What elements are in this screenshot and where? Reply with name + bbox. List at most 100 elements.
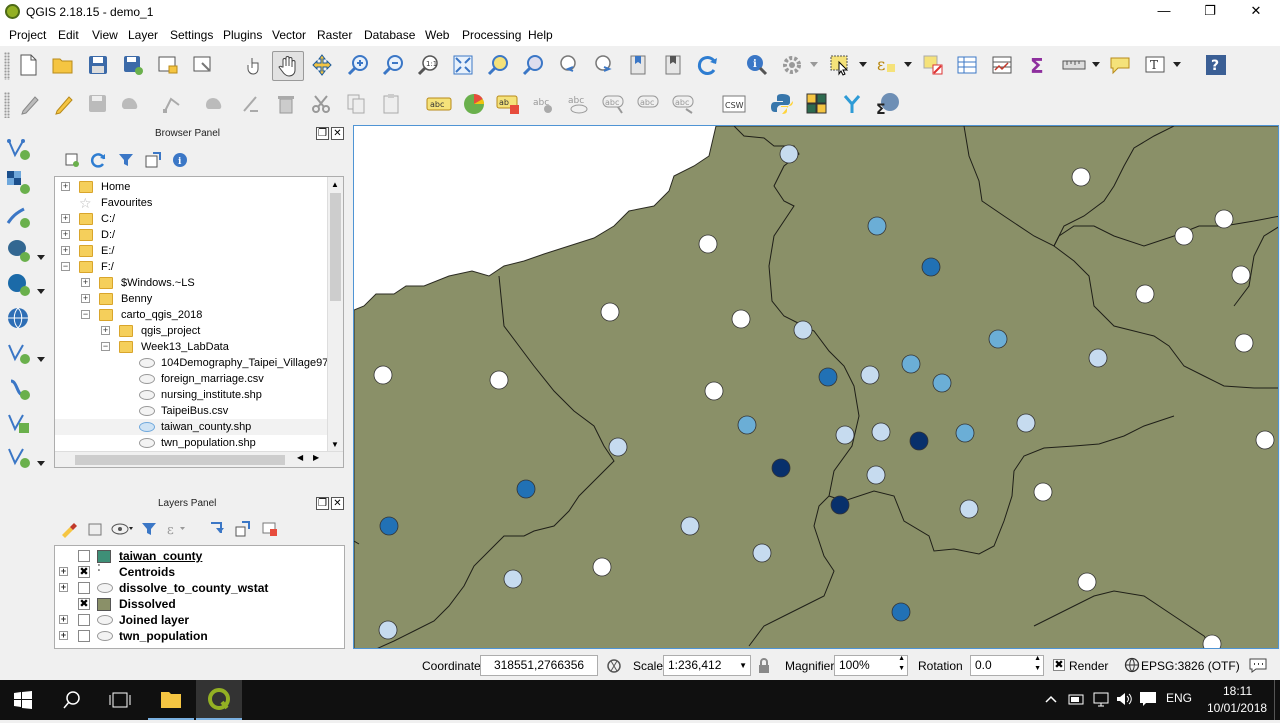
move-label-icon[interactable]: abc <box>600 90 628 118</box>
centroid-point[interactable] <box>731 309 751 329</box>
centroid-point[interactable] <box>959 499 979 519</box>
layer-styling-icon[interactable] <box>54 515 82 543</box>
map-canvas[interactable] <box>353 125 1279 649</box>
collapse-all-icon[interactable] <box>139 146 167 174</box>
centroid-point[interactable] <box>1255 430 1275 450</box>
node-tool-icon[interactable] <box>160 90 188 118</box>
expand-icon[interactable]: + <box>61 230 70 239</box>
wfs-dropdown-icon[interactable] <box>36 346 46 374</box>
add-mesh-layer-icon[interactable] <box>4 442 32 470</box>
measure-dropdown-icon[interactable] <box>1091 51 1101 79</box>
centroid-point[interactable] <box>737 415 757 435</box>
coordinate-field[interactable]: 318551,2766356 <box>480 655 598 676</box>
centroid-point[interactable] <box>867 216 887 236</box>
measure-icon[interactable] <box>1060 51 1088 79</box>
centroid-point[interactable] <box>1088 348 1108 368</box>
browser-item[interactable]: foreign_marriage.csv <box>55 371 327 387</box>
centroid-point[interactable] <box>704 381 724 401</box>
toggle-editing-icon[interactable] <box>50 90 78 118</box>
menu-database[interactable]: Database <box>364 28 415 42</box>
select-features-icon[interactable] <box>826 51 854 79</box>
move-feature-icon[interactable] <box>202 90 230 118</box>
magnifier-spinbox[interactable]: 100% ▲ ▼ <box>834 655 908 676</box>
maximize-button[interactable]: ❐ <box>1187 0 1233 24</box>
centroid-point[interactable] <box>835 425 855 445</box>
collapse-icon[interactable]: − <box>101 342 110 351</box>
browser-item[interactable]: twn_population.shp <box>55 435 327 451</box>
rotation-stepper-icon[interactable]: ▲ ▼ <box>1034 654 1041 674</box>
menu-project[interactable]: Project <box>9 28 46 42</box>
centroid-point[interactable] <box>1071 167 1091 187</box>
centroid-point[interactable] <box>988 329 1008 349</box>
centroid-point[interactable] <box>793 320 813 340</box>
browser-item[interactable]: + qgis_project <box>55 323 327 339</box>
centroid-point[interactable] <box>600 302 620 322</box>
diagram-icon[interactable] <box>460 90 488 118</box>
expand-icon[interactable]: + <box>81 294 90 303</box>
language-indicator[interactable]: ENG <box>1166 691 1192 705</box>
centroid-point[interactable] <box>901 354 921 374</box>
centroid-point[interactable] <box>1016 413 1036 433</box>
centroid-point[interactable] <box>860 365 880 385</box>
collapse-icon[interactable]: − <box>61 262 70 271</box>
remove-layer-icon[interactable] <box>256 515 284 543</box>
paste-features-icon[interactable] <box>377 90 405 118</box>
browser-item[interactable]: + Home <box>55 179 327 195</box>
centroid-point[interactable] <box>1033 482 1053 502</box>
show-desktop-button[interactable] <box>1274 680 1280 720</box>
plugin-grid-icon[interactable] <box>803 90 831 118</box>
new-bookmark-icon[interactable] <box>624 51 652 79</box>
close-button[interactable]: ✕ <box>1233 0 1279 24</box>
expand-icon[interactable]: + <box>101 326 110 335</box>
layer-item[interactable]: + Joined layer <box>55 612 343 628</box>
browser-item[interactable]: − carto_qgis_2018 <box>55 307 327 323</box>
windows-start-icon[interactable] <box>14 691 32 712</box>
show-hide-labels-icon[interactable]: abc <box>565 90 593 118</box>
properties-icon[interactable]: i <box>166 146 194 174</box>
centroid-point[interactable] <box>866 465 886 485</box>
sum-icon[interactable]: Σ <box>873 90 901 118</box>
manage-map-themes-icon[interactable] <box>108 515 136 543</box>
centroid-point[interactable] <box>378 620 398 640</box>
menu-vector[interactable]: Vector <box>272 28 306 42</box>
action-dropdown-icon[interactable] <box>809 51 819 79</box>
open-project-icon[interactable] <box>49 51 77 79</box>
clock-date[interactable]: 10/01/2018 <box>1207 701 1267 715</box>
new-print-composer-icon[interactable] <box>154 51 182 79</box>
layer-visibility-checkbox[interactable] <box>78 582 90 594</box>
zoom-selection-icon[interactable] <box>484 51 512 79</box>
browser-item[interactable]: 104Demography_Taipei_Village97.shp <box>55 355 343 371</box>
add-spatialite-icon[interactable] <box>4 270 32 298</box>
menu-plugins[interactable]: Plugins <box>223 28 262 42</box>
collapse-all-layers-icon[interactable] <box>229 515 257 543</box>
expand-icon[interactable]: + <box>59 615 68 624</box>
layers-float-icon[interactable]: ❐ <box>316 497 329 510</box>
split-parts-icon[interactable] <box>237 90 265 118</box>
split-icon[interactable] <box>838 90 866 118</box>
attribute-table-icon[interactable] <box>953 51 981 79</box>
rotation-spinbox[interactable]: 0.0 ▲ ▼ <box>970 655 1044 676</box>
centroid-point[interactable] <box>1234 333 1254 353</box>
task-view-icon[interactable] <box>109 690 131 713</box>
add-selected-layers-icon[interactable] <box>58 146 86 174</box>
layer-visibility-checkbox[interactable] <box>78 550 90 562</box>
zoom-last-icon[interactable] <box>554 51 582 79</box>
rotate-label-icon[interactable]: abc <box>635 90 663 118</box>
expand-icon[interactable]: + <box>59 583 68 592</box>
layers-close-icon[interactable]: ✕ <box>331 497 344 510</box>
centroid-point[interactable] <box>891 602 911 622</box>
expand-icon[interactable]: + <box>61 214 70 223</box>
deselect-icon[interactable] <box>919 51 947 79</box>
battery-icon[interactable] <box>1068 692 1086 709</box>
zoom-next-icon[interactable] <box>589 51 617 79</box>
cut-features-icon[interactable] <box>307 90 335 118</box>
help-icon[interactable]: ? <box>1202 51 1230 79</box>
filter-by-expression-icon[interactable]: ε <box>162 515 190 543</box>
expand-icon[interactable]: + <box>61 182 70 191</box>
add-wfs-layer-icon[interactable] <box>4 338 32 366</box>
scale-combobox[interactable]: 1:236,412 ▼ <box>663 655 751 676</box>
pan-icon[interactable] <box>272 51 304 81</box>
expand-icon[interactable]: + <box>81 278 90 287</box>
layer-visibility-checkbox[interactable] <box>78 614 90 626</box>
centroid-point[interactable] <box>680 516 700 536</box>
